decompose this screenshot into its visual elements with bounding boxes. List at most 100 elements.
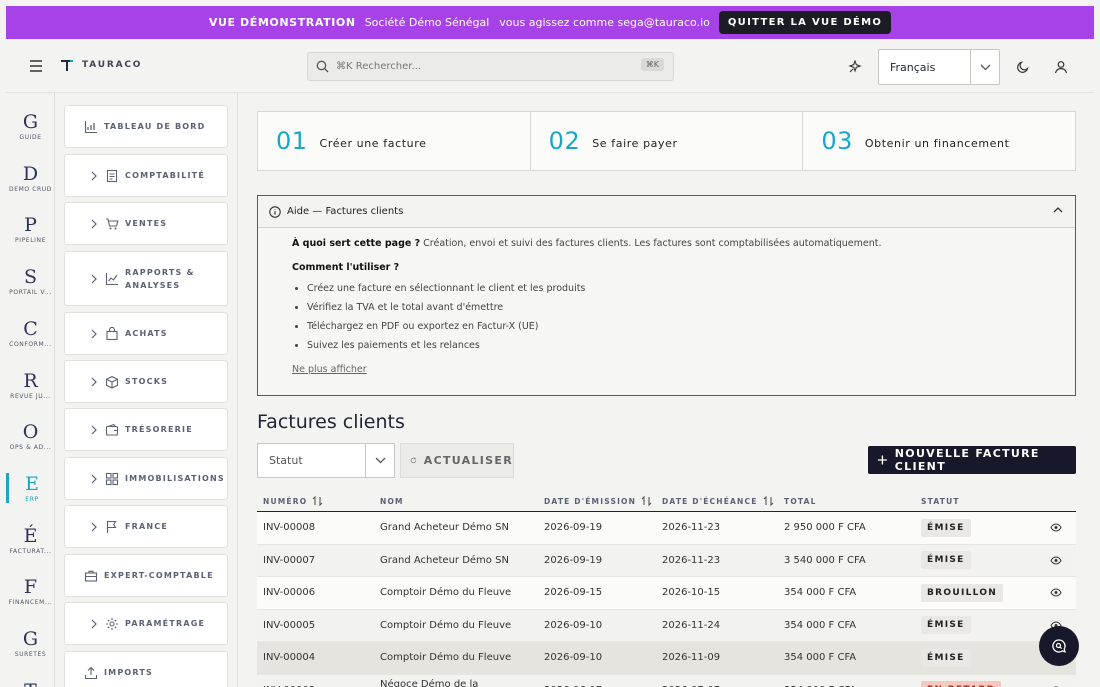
brand-logo[interactable]: TAURACO — [60, 58, 142, 72]
chevron-down-icon[interactable] — [971, 50, 999, 84]
new-invoice-button[interactable]: NOUVELLE FACTURE CLIENT — [868, 446, 1076, 474]
col-issue-date[interactable]: DATE D'ÉMISSION — [538, 496, 656, 506]
chevron-right-icon[interactable] — [87, 619, 101, 629]
cell-due-date: 2026-11-23 — [662, 522, 721, 534]
quit-demo-button[interactable]: QUITTER LA VUE DÉMO — [718, 11, 892, 34]
sidebar-item-label: TRÉSORERIE — [125, 425, 193, 434]
language-select[interactable]: Français — [878, 49, 1000, 85]
sort-icon[interactable] — [312, 496, 323, 506]
sidebar-item-label: IMPORTS — [104, 668, 154, 677]
box-icon — [105, 375, 119, 389]
sidebar-item[interactable]: EXPERT-COMPTABLE — [64, 554, 228, 597]
chat-support-button[interactable] — [1039, 626, 1079, 666]
chevron-up-icon[interactable] — [1053, 206, 1063, 213]
chevron-right-icon[interactable] — [87, 522, 101, 532]
col-label: NOM — [380, 496, 404, 506]
search-placeholder: ⌘K Rechercher... — [336, 61, 421, 72]
rail-item-label: FACTURAT... — [9, 547, 52, 555]
sidebar-item[interactable]: STOCKS — [64, 360, 228, 403]
upload-icon — [84, 666, 98, 680]
sort-icon[interactable] — [763, 496, 774, 506]
chevron-right-icon[interactable] — [87, 425, 101, 435]
help-panel-header[interactable]: Aide — Factures clients — [258, 196, 1075, 228]
sidebar-item[interactable]: IMPORTS — [64, 651, 228, 687]
new-invoice-label: NOUVELLE FACTURE CLIENT — [894, 447, 1040, 473]
user-icon[interactable] — [1052, 58, 1070, 76]
chevron-right-icon[interactable] — [87, 474, 101, 484]
chevron-down-icon[interactable] — [366, 444, 394, 477]
cell-name: Grand Acheteur Démo SN — [380, 554, 509, 566]
chevron-right-icon[interactable] — [87, 171, 101, 181]
col-total: TOTAL — [778, 497, 915, 506]
table-row[interactable]: INV-00007 Grand Acheteur Démo SN 2026-09-1… — [257, 544, 1076, 577]
rail-item[interactable]: É FACTURAT... — [6, 525, 55, 555]
rail-item-letter: C — [23, 317, 38, 340]
eye-icon[interactable] — [1049, 588, 1062, 597]
rail-item[interactable]: C CONFORM... — [6, 318, 55, 348]
search-input[interactable]: ⌘K Rechercher... ⌘K — [307, 52, 674, 81]
sidebar-item[interactable]: COMPTABILITÉ — [64, 154, 228, 197]
col-label: STATUT — [921, 496, 960, 506]
rail-item[interactable]: F FINANCEM... — [6, 576, 55, 606]
chevron-right-icon[interactable] — [87, 274, 101, 284]
rail-item[interactable]: D DÉMO CRUD — [6, 163, 55, 193]
rail-item[interactable]: R REVUE JU... — [6, 370, 55, 400]
sidebar-item[interactable]: ACHATS — [64, 312, 228, 355]
eye-icon[interactable] — [1049, 523, 1062, 532]
sidebar-item-label: RAPPORTS & ANALYSES — [125, 267, 195, 290]
rail-item[interactable]: T — [6, 680, 55, 687]
cell-status: ÉMISE — [915, 551, 1029, 570]
table-row[interactable]: INV-00003Négoce Démo de la Casamance2026… — [257, 674, 1076, 687]
step-title: Obtenir un financement — [864, 136, 1010, 150]
sidebar-item[interactable]: IMMOBILISATIONS — [64, 457, 228, 500]
ai-sparkle-icon[interactable] — [847, 59, 863, 75]
table-row[interactable]: INV-00006 Comptoir Démo du Fleuve 2026-09-… — [257, 577, 1076, 610]
col-due-date[interactable]: DATE D'ÉCHÉANCE — [656, 496, 778, 506]
step-number: 02 — [548, 127, 581, 155]
rail-item-letter: R — [23, 369, 38, 392]
step-get-financing[interactable]: 03 Obtenir un financement — [803, 112, 1075, 170]
sidebar-item[interactable]: TABLEAU DE BORD — [64, 105, 228, 148]
table-row[interactable]: INV-00004 Comptoir Démo du Fleuve 2026-09-… — [257, 642, 1076, 675]
chevron-right-icon[interactable] — [87, 377, 101, 387]
sidebar-item[interactable]: PARAMÉTRAGE — [64, 602, 228, 645]
rail-item[interactable]: S PORTAIL V... — [6, 266, 55, 296]
dismiss-help-link[interactable]: Ne plus afficher — [292, 364, 367, 375]
rail-item-letter: T — [6, 680, 55, 687]
eye-icon[interactable] — [1049, 556, 1062, 565]
cell-status: ÉMISE — [915, 616, 1029, 635]
chevron-right-icon[interactable] — [87, 329, 101, 339]
sidebar-item[interactable]: RAPPORTS & ANALYSES — [64, 251, 228, 306]
sidebar-item[interactable]: VENTES — [64, 202, 228, 245]
chevron-right-icon[interactable] — [87, 219, 101, 229]
plus-icon — [877, 455, 887, 465]
rail-item[interactable]: O OPS & AD... — [6, 421, 55, 451]
help-how-label: Comment l'utiliser ? — [292, 262, 400, 273]
cell-status: ÉMISE — [915, 518, 1029, 537]
rail-item[interactable]: G SÛRETÉS — [6, 628, 55, 658]
sort-icon[interactable] — [641, 496, 652, 506]
sidebar-item[interactable]: TRÉSORERIE — [64, 408, 228, 451]
rail-item[interactable]: G GUIDE — [6, 111, 55, 141]
step-create-invoice[interactable]: 01 Créer une facture — [258, 112, 531, 170]
table-row[interactable]: INV-00008 Grand Acheteur Démo SN 2026-09-1… — [257, 512, 1076, 545]
step-get-paid[interactable]: 02 Se faire payer — [531, 112, 804, 170]
cell-number: INV-00008 — [263, 522, 316, 534]
sidebar-item[interactable]: FRANCE — [64, 505, 228, 548]
rail-item-label: FINANCEM... — [8, 599, 53, 607]
sidebar-item-label: FRANCE — [125, 522, 169, 531]
demo-banner: VUE DÉMONSTRATION Société Démo Sénégal v… — [6, 6, 1094, 39]
col-number[interactable]: NUMÉRO — [257, 496, 374, 506]
cell-status: ÉMISE — [915, 648, 1029, 667]
rail-item[interactable]: E ERP — [6, 472, 55, 503]
chat-search-icon — [1052, 639, 1066, 653]
flag-icon — [105, 520, 119, 534]
menu-icon[interactable] — [27, 57, 45, 75]
rail-item-label: ERP — [25, 495, 39, 503]
refresh-button[interactable]: ACTUALISER — [400, 443, 514, 478]
rail-item[interactable]: P PIPELINE — [6, 214, 55, 244]
dark-mode-icon[interactable] — [1014, 58, 1032, 76]
table-row[interactable]: INV-00005 Comptoir Démo du Fleuve 2026-09-… — [257, 609, 1076, 642]
step-title: Se faire payer — [592, 136, 678, 150]
status-filter-select[interactable]: Statut — [257, 443, 395, 478]
